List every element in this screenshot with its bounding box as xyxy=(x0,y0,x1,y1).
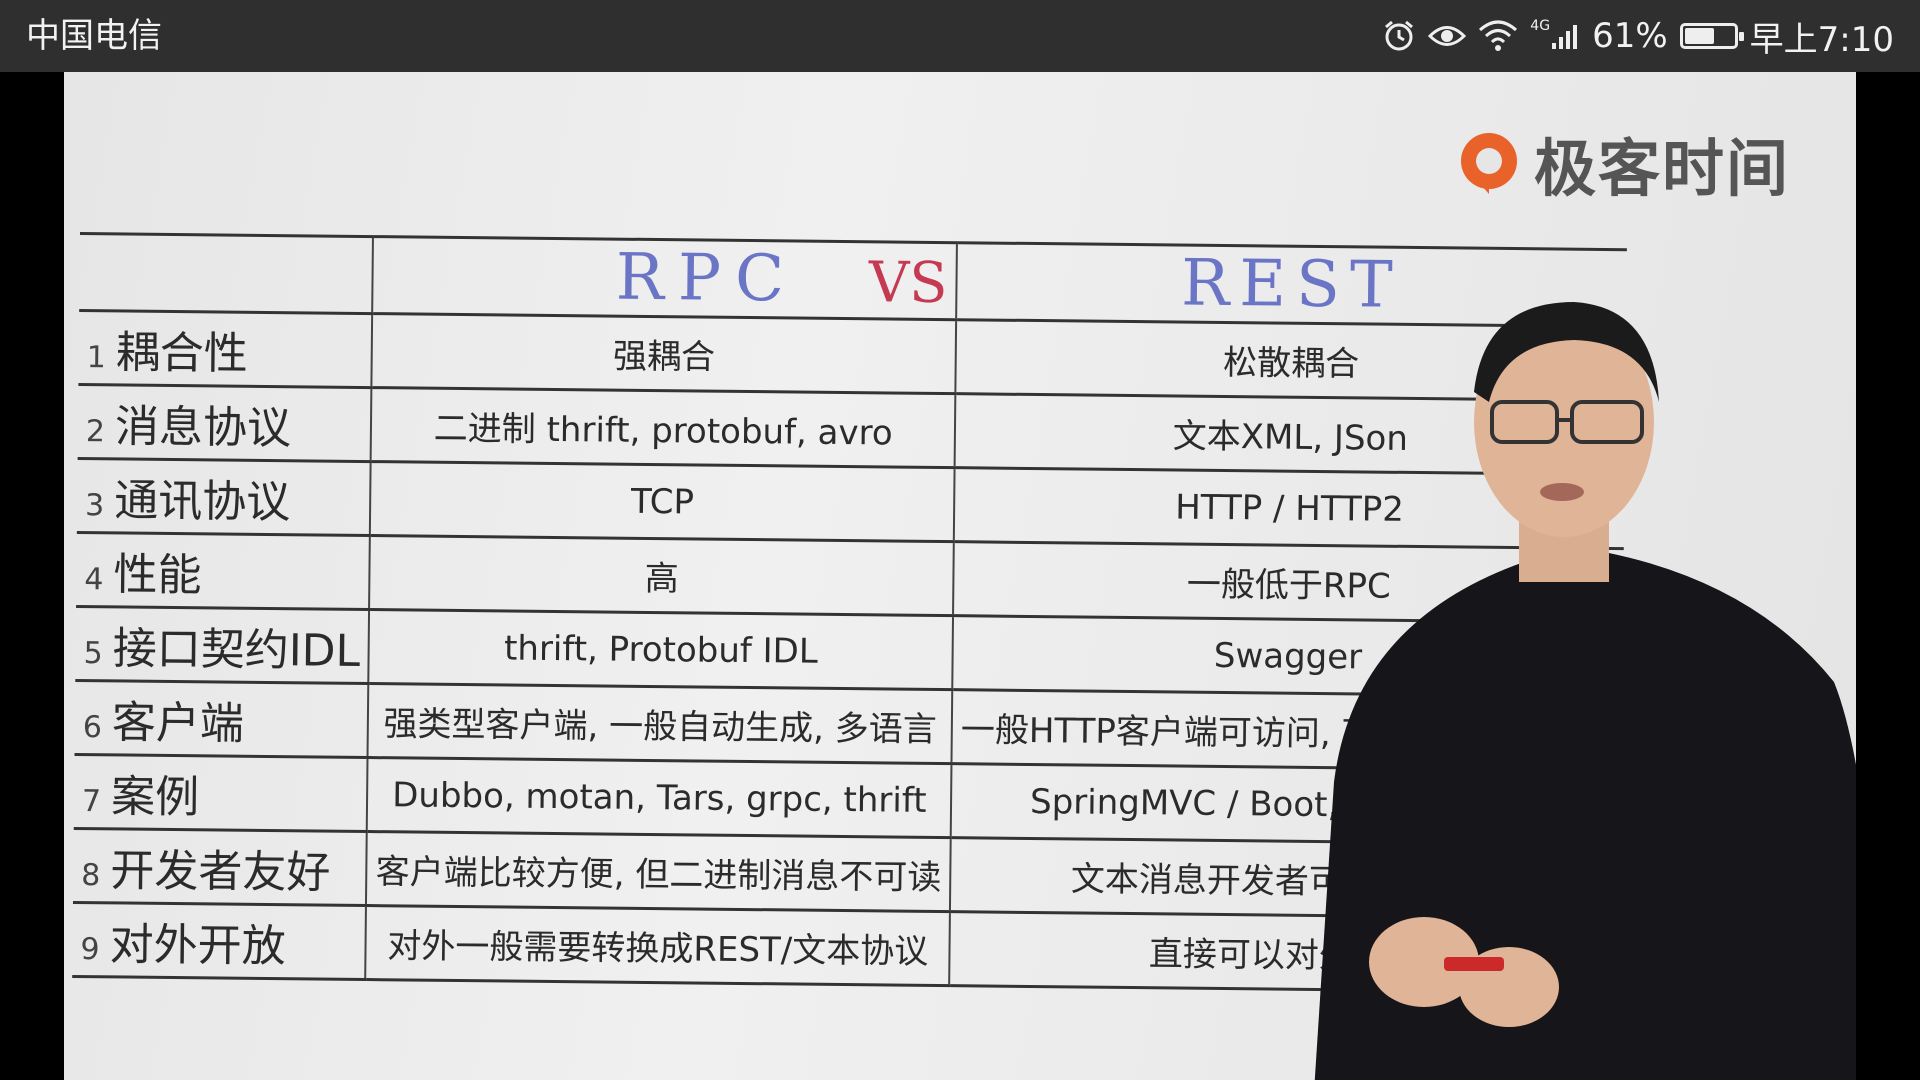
row-label-cell: 9 对外开放 xyxy=(72,902,367,980)
row-label-cell: 5 接口契约IDL xyxy=(75,606,370,684)
row-label-cell: 6 客户端 xyxy=(74,680,369,758)
battery-icon xyxy=(1679,23,1744,49)
row-label: 通讯协议 xyxy=(114,474,291,528)
carrier-name: 中国电信 xyxy=(26,16,162,56)
header-rpc-cell: RPC VS xyxy=(372,236,958,320)
rpc-cell: 对外一般需要转换成REST/文本协议 xyxy=(365,905,951,986)
status-bar: 中国电信 4G 61% 早上7:10 xyxy=(0,0,1920,72)
row-label: 对外开放 xyxy=(109,918,286,972)
eye-icon xyxy=(1428,14,1467,58)
row-label-cell: 4 性能 xyxy=(76,532,371,610)
header-vs: VS xyxy=(868,250,948,317)
row-label-cell: 7 案例 xyxy=(73,754,368,832)
row-label-cell: 3 通讯协议 xyxy=(76,458,372,536)
rpc-cell: Dubbo, motan, Tars, grpc, thrift xyxy=(367,757,952,838)
row-label-cell: 1 耦合性 xyxy=(78,310,373,388)
logo-mark-icon xyxy=(1461,133,1517,194)
row-number: 1 xyxy=(86,339,106,375)
battery-percent: 61% xyxy=(1592,16,1668,56)
header-rpc: RPC xyxy=(615,240,799,317)
alarm-icon xyxy=(1382,14,1416,58)
row-label: 性能 xyxy=(113,548,202,601)
row-number: 8 xyxy=(81,857,101,893)
logo-text: 极客时间 xyxy=(1534,132,1791,205)
row-label: 消息协议 xyxy=(114,400,292,454)
row-label: 接口契约IDL xyxy=(112,622,361,677)
row-label-cell: 2 消息协议 xyxy=(77,384,372,462)
rpc-cell: TCP xyxy=(370,461,955,542)
rpc-cell: thrift, Protobuf IDL xyxy=(368,609,954,690)
row-label: 案例 xyxy=(110,770,200,823)
row-number: 3 xyxy=(84,487,105,523)
presenter-figure xyxy=(1314,302,1856,1080)
wifi-icon xyxy=(1478,14,1518,58)
row-number: 7 xyxy=(81,783,102,819)
rpc-cell: 客户端比较方便, 但二进制消息不可读 xyxy=(366,831,951,912)
clock: 早上7:10 xyxy=(1749,19,1894,60)
video-frame[interactable]: 极客时间 RPC VS REST 1 耦合性 强耦合 松散耦合 2 消息协议 二进制 thr… xyxy=(64,72,1856,1080)
network-type: 4G xyxy=(1530,18,1551,34)
row-label: 客户端 xyxy=(111,696,245,750)
row-number: 6 xyxy=(82,709,103,745)
status-icons: 4G 61% 早上7:10 xyxy=(1382,14,1894,60)
row-number: 4 xyxy=(84,561,104,597)
rpc-cell: 强耦合 xyxy=(371,313,957,394)
row-number: 9 xyxy=(80,931,100,967)
geektime-logo: 极客时间 xyxy=(1454,118,1790,208)
row-label-cell: 8 开发者友好 xyxy=(72,828,368,906)
rpc-cell: 强类型客户端, 一般自动生成, 多语言 xyxy=(367,683,953,764)
header-blank-cell xyxy=(79,233,374,314)
battery-fill xyxy=(1684,28,1714,44)
rpc-cell: 高 xyxy=(369,535,954,616)
row-number: 5 xyxy=(83,635,103,671)
row-label: 开发者友好 xyxy=(110,844,331,899)
rpc-cell: 二进制 thrift, protobuf, avro xyxy=(371,387,956,468)
row-label: 耦合性 xyxy=(115,326,249,380)
signal-icon: 4G xyxy=(1530,14,1580,58)
row-number: 2 xyxy=(85,413,106,449)
